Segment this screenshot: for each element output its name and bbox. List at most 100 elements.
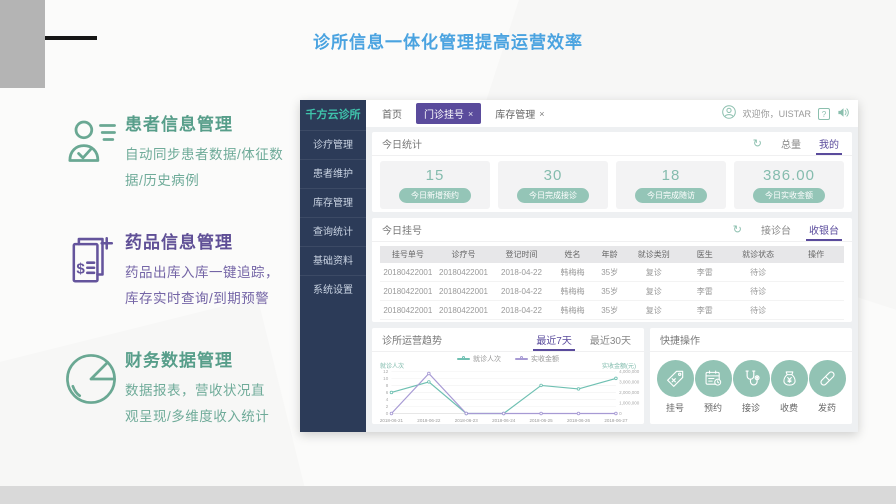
- cell: 李雷: [682, 282, 728, 301]
- cell: 2018-04-22: [491, 263, 551, 282]
- tab-bar: 首页 门诊挂号 × 库存管理 × 欢迎你，UISTAR ?: [366, 100, 858, 127]
- sidebar-item-4[interactable]: 基础资料: [300, 246, 366, 275]
- cell: 20180422001: [436, 263, 492, 282]
- cell: 20180422001: [436, 301, 492, 320]
- cell: 李雷: [682, 301, 728, 320]
- stat-value: 30: [498, 167, 608, 184]
- registrations-table: 挂号单号诊疗号登记时间姓名年龄就诊类别医生就诊状态操作2018042200120…: [380, 246, 844, 320]
- money-bag-icon[interactable]: [771, 360, 808, 397]
- legend-label: 就诊人次: [473, 354, 501, 364]
- svg-text:2018-06-21: 2018-06-21: [380, 418, 404, 423]
- welcome-text: 欢迎你，UISTAR: [743, 107, 811, 120]
- help-icon[interactable]: ?: [818, 108, 830, 120]
- col-header: 年龄: [593, 246, 625, 263]
- stat-value: 15: [380, 167, 490, 184]
- slide: 诊所信息一体化管理提高运营效率 患者信息管理 自动同步患者数据/体征数 据/历史…: [0, 0, 896, 504]
- registrations-filter-1[interactable]: 收银台: [806, 219, 842, 241]
- tab-2[interactable]: 库存管理 ×: [487, 103, 552, 124]
- speaker-icon[interactable]: [837, 106, 850, 122]
- quick-title: 快捷操作: [660, 332, 700, 347]
- tag-icon[interactable]: [657, 360, 694, 397]
- feature-title: 财务数据管理: [125, 346, 304, 371]
- cell: [788, 263, 844, 282]
- svg-text:2018-06-27: 2018-06-27: [604, 418, 628, 423]
- tab-label: 库存管理: [495, 106, 535, 121]
- quick-action-label: 发药: [809, 401, 846, 414]
- feature-medicine-info: $ 药品信息管理 药品出库入库一键追踪， 库存实时查询/到期预警: [62, 228, 304, 312]
- avatar[interactable]: [722, 105, 736, 122]
- today-stats-panel: 今日统计 ↻ 总量我的 15今日新增预约30今日完成接诊18今日完成随访386.…: [372, 132, 852, 212]
- sidebar-item-1[interactable]: 患者维护: [300, 159, 366, 188]
- tab-1[interactable]: 门诊挂号 ×: [416, 103, 481, 124]
- feature-desc: 药品出库入库一键追踪， 库存实时查询/到期预警: [125, 260, 304, 312]
- col-header: 挂号单号: [380, 246, 436, 263]
- trend-range-0[interactable]: 最近7天: [533, 329, 575, 351]
- cell: 韩梅梅: [552, 282, 594, 301]
- stats-filter-1[interactable]: 我的: [816, 133, 842, 155]
- cell: 韩梅梅: [552, 301, 594, 320]
- cell: 复诊: [626, 282, 682, 301]
- col-header: 医生: [682, 246, 728, 263]
- legend-marker: [457, 358, 470, 360]
- svg-text:4: 4: [386, 397, 389, 402]
- feature-desc: 数据报表，营收状况直 观呈现/多维度收入统计: [125, 378, 304, 430]
- feature-title: 患者信息管理: [125, 110, 304, 135]
- stethoscope-icon[interactable]: [733, 360, 770, 397]
- svg-text:2018-06-24: 2018-06-24: [492, 418, 516, 423]
- stat-card-2: 18今日完成随访: [616, 161, 726, 209]
- sidebar-item-3[interactable]: 查询统计: [300, 217, 366, 246]
- feature-patient-info: 患者信息管理 自动同步患者数据/体征数 据/历史病例: [62, 110, 304, 194]
- svg-text:1,000,000: 1,000,000: [619, 401, 640, 406]
- svg-text:6: 6: [386, 390, 389, 395]
- trend-range-1[interactable]: 最近30天: [587, 329, 634, 351]
- stats-filters: 总量我的: [766, 133, 842, 155]
- tab-label: 门诊挂号: [424, 106, 464, 121]
- cell: 待诊: [728, 263, 788, 282]
- table-row[interactable]: 20180422001201804220012018-04-22韩梅梅35岁复诊…: [380, 263, 844, 282]
- cell: 20180422001: [380, 263, 436, 282]
- feature-title: 药品信息管理: [125, 228, 304, 253]
- quick-action-3: 收费: [771, 360, 808, 414]
- table-row[interactable]: 20180422001201804220012018-04-22韩梅梅35岁复诊…: [380, 282, 844, 301]
- svg-text:3,000,000: 3,000,000: [619, 380, 640, 385]
- app-logo: 千方云诊所: [300, 100, 366, 130]
- slide-title: 诊所信息一体化管理提高运营效率: [0, 28, 896, 53]
- col-header: 就诊类别: [626, 246, 682, 263]
- col-header: 就诊状态: [728, 246, 788, 263]
- quick-action-4: 发药: [809, 360, 846, 414]
- quick-action-label: 挂号: [657, 401, 694, 414]
- cell: 35岁: [593, 301, 625, 320]
- trend-chart-svg: 1210864204,000,0003,000,0002,000,0001,00…: [372, 366, 644, 424]
- stats-title: 今日统计: [382, 136, 422, 151]
- legend-label: 实收金额: [531, 354, 559, 364]
- content-area: 今日统计 ↻ 总量我的 15今日新增预约30今日完成接诊18今日完成随访386.…: [366, 127, 858, 432]
- sidebar-item-0[interactable]: 诊疗管理: [300, 130, 366, 159]
- capsule-icon[interactable]: [809, 360, 846, 397]
- legend-dot: [520, 356, 523, 359]
- cell: 2018-04-22: [491, 301, 551, 320]
- refresh-icon[interactable]: ↻: [753, 137, 762, 150]
- sidebar-item-2[interactable]: 库存管理: [300, 188, 366, 217]
- calendar-icon[interactable]: [695, 360, 732, 397]
- col-header: 诊疗号: [436, 246, 492, 263]
- tab-list: 首页 门诊挂号 × 库存管理 ×: [374, 103, 559, 124]
- registrations-filter-0[interactable]: 接诊台: [758, 219, 794, 241]
- svg-text:2,000,000: 2,000,000: [619, 390, 640, 395]
- quick-actions-row: 挂号预约接诊收费发药: [650, 352, 852, 414]
- table-row[interactable]: 20180422001201804220012018-04-22韩梅梅35岁复诊…: [380, 301, 844, 320]
- svg-text:0: 0: [386, 411, 389, 416]
- sidebar-item-5[interactable]: 系统设置: [300, 275, 366, 304]
- cell: 韩梅梅: [552, 263, 594, 282]
- tab-0[interactable]: 首页: [374, 103, 410, 124]
- tab-label: 首页: [382, 106, 402, 121]
- refresh-icon[interactable]: ↻: [733, 223, 742, 236]
- stats-filter-0[interactable]: 总量: [778, 133, 804, 155]
- cell: 李雷: [682, 263, 728, 282]
- svg-text:$: $: [76, 261, 85, 278]
- close-icon[interactable]: ×: [539, 109, 544, 119]
- user-area: 欢迎你，UISTAR ?: [722, 105, 850, 122]
- close-icon[interactable]: ×: [468, 109, 473, 119]
- stat-label-pill: 今日新增预约: [399, 188, 471, 203]
- trend-title: 诊所运营趋势: [382, 332, 442, 347]
- cell: 35岁: [593, 263, 625, 282]
